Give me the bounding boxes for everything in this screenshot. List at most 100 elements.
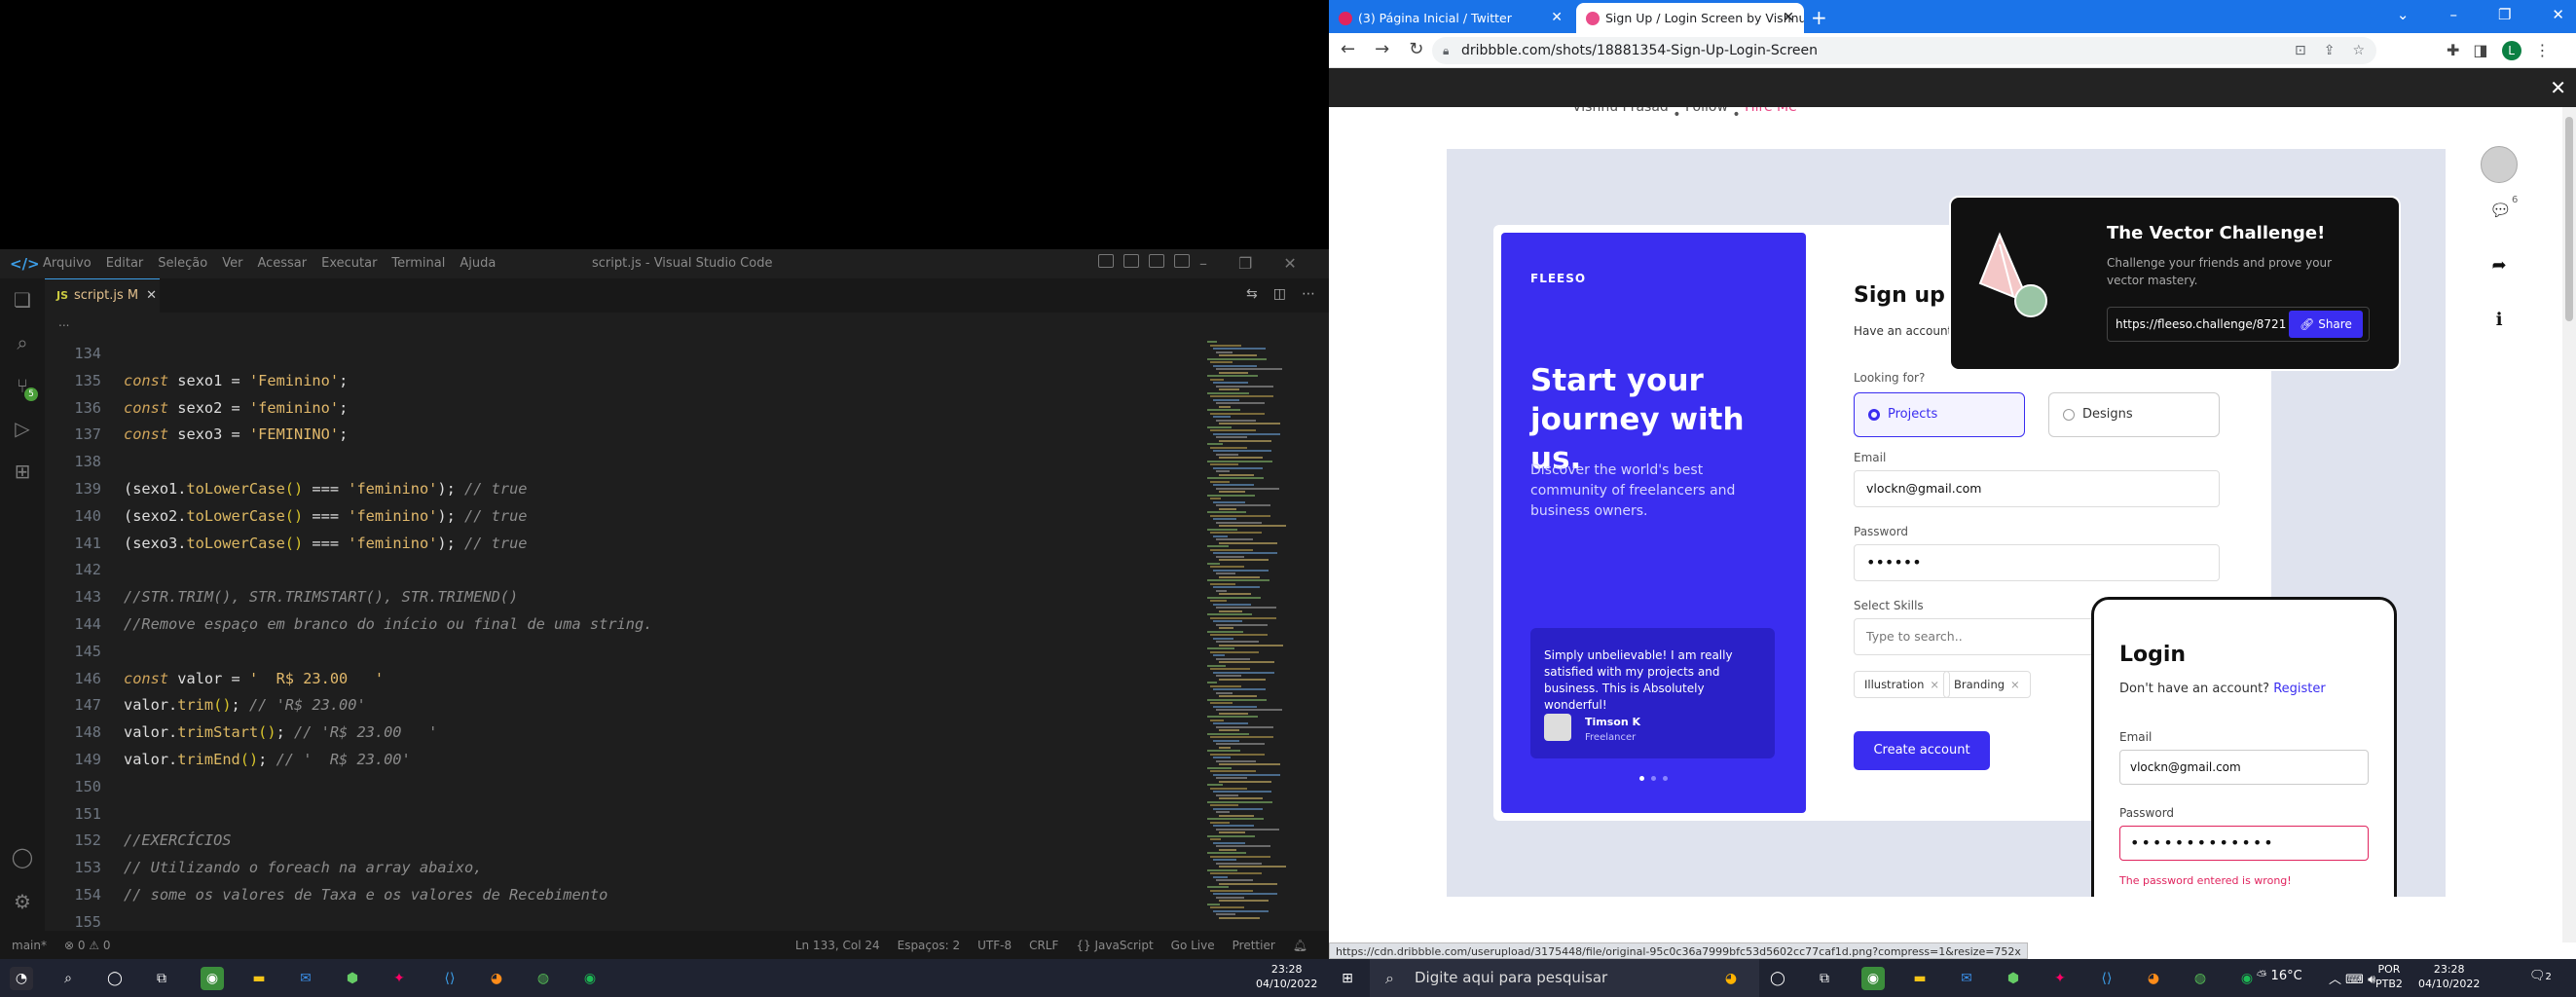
- taskbar-app-icon[interactable]: ◔: [10, 967, 33, 990]
- file-explorer-icon[interactable]: ▬: [247, 967, 271, 990]
- menu-selecao[interactable]: Seleção: [158, 256, 207, 271]
- tab-close-icon[interactable]: ✕: [146, 288, 157, 303]
- taskbar-search[interactable]: ⌕ Digite aqui para pesquisar: [1370, 959, 1759, 997]
- figma-icon[interactable]: ✦: [387, 967, 411, 990]
- toggle-secondary-sidebar-icon[interactable]: [1149, 254, 1164, 268]
- search-icon[interactable]: ⌕: [56, 967, 80, 990]
- author-name[interactable]: Vishnu Prasad: [1572, 107, 1669, 115]
- shot-image[interactable]: FLEESO Start your journey with us. Disco…: [1447, 149, 2446, 897]
- cortana-icon[interactable]: ◯: [103, 967, 127, 990]
- tab-twitter[interactable]: (3) Página Inicial / Twitter ✕: [1329, 3, 1572, 33]
- scrollbar-thumb[interactable]: [2565, 117, 2573, 321]
- git-branch-status[interactable]: main*: [12, 939, 47, 952]
- toggle-sidebar-icon[interactable]: [1098, 254, 1114, 268]
- system-clock[interactable]: 23:28 04/10/2022: [2418, 962, 2480, 991]
- comments-icon[interactable]: 💬︎: [2489, 201, 2512, 221]
- node-icon[interactable]: ⬢: [341, 967, 364, 990]
- input-language[interactable]: POR PTB2: [2375, 962, 2403, 991]
- code-editor[interactable]: 134 135 const sexo1 = 'Feminino'; 136 const …: [45, 337, 1203, 931]
- share-arrow-icon[interactable]: ➦: [2489, 255, 2509, 276]
- cursor-position-status[interactable]: Ln 133, Col 24: [795, 939, 880, 952]
- vscode-taskbar-icon[interactable]: ⟨⟩: [438, 967, 461, 990]
- compare-icon[interactable]: ⇆: [1246, 286, 1258, 302]
- menu-ajuda[interactable]: Ajuda: [460, 256, 496, 271]
- mail-icon[interactable]: ✉: [294, 967, 317, 990]
- menu-terminal[interactable]: Terminal: [391, 256, 445, 271]
- page-scrollbar[interactable]: [2562, 107, 2576, 942]
- whatsapp-icon[interactable]: ◍: [2189, 967, 2212, 990]
- chrome-taskbar-icon[interactable]: ◉: [1861, 967, 1885, 990]
- manage-gear-icon[interactable]: ⚙: [11, 890, 34, 913]
- tab-close-icon[interactable]: ✕: [1783, 3, 1794, 33]
- restore-icon[interactable]: ❐: [2498, 6, 2511, 23]
- minimize-icon[interactable]: –: [1199, 254, 1207, 273]
- close-shot-icon[interactable]: ✕: [2550, 76, 2566, 99]
- search-icon[interactable]: ⌕: [11, 331, 34, 354]
- toggle-panel-icon[interactable]: [1123, 254, 1139, 268]
- tab-script-js[interactable]: JS script.js M ✕: [45, 278, 160, 313]
- notifications-bell-icon[interactable]: 🔔︎: [1293, 939, 1307, 952]
- account-icon[interactable]: ◯: [11, 845, 34, 868]
- share-icon[interactable]: ⇪: [2324, 37, 2336, 64]
- spotify-icon[interactable]: ◉: [2235, 967, 2259, 990]
- tab-dribbble[interactable]: Sign Up / Login Screen by Vishnu ✕: [1576, 3, 1804, 33]
- tab-close-icon[interactable]: ✕: [1551, 3, 1563, 33]
- show-hidden-icons-icon[interactable]: ︿: [2329, 973, 2341, 987]
- eol-status[interactable]: CRLF: [1029, 939, 1058, 952]
- extensions-icon[interactable]: ⊞: [11, 460, 34, 483]
- menu-ver[interactable]: Ver: [222, 256, 242, 271]
- minimize-icon[interactable]: –: [2449, 6, 2457, 23]
- close-icon[interactable]: ✕: [2552, 6, 2564, 23]
- translate-icon[interactable]: ⊡: [2295, 37, 2306, 64]
- back-icon[interactable]: ←: [1341, 39, 1355, 59]
- file-explorer-icon[interactable]: ▬: [1908, 967, 1932, 990]
- more-actions-icon[interactable]: ⋯: [1302, 286, 1315, 302]
- network-icon[interactable]: ⌨: [2345, 973, 2364, 987]
- author-avatar[interactable]: [2481, 146, 2518, 183]
- tab-search-icon[interactable]: ⌄: [2397, 6, 2410, 23]
- menu-acessar[interactable]: Acessar: [257, 256, 307, 271]
- menu-arquivo[interactable]: Arquivo: [43, 256, 92, 271]
- run-debug-icon[interactable]: ▷: [11, 417, 34, 440]
- reload-icon[interactable]: ↻: [1409, 39, 1423, 59]
- cortana-icon[interactable]: ◯: [1766, 967, 1789, 990]
- explorer-icon[interactable]: ❏: [11, 288, 34, 312]
- bookmark-star-icon[interactable]: ☆: [2352, 37, 2365, 64]
- indentation-status[interactable]: Espaços: 2: [898, 939, 961, 952]
- mail-icon[interactable]: ✉: [1955, 967, 1978, 990]
- secondary-clock[interactable]: 23:28 04/10/2022: [1256, 962, 1317, 991]
- new-tab-icon[interactable]: +: [1811, 6, 1827, 29]
- menu-executar[interactable]: Executar: [321, 256, 377, 271]
- side-panel-icon[interactable]: ◨: [2473, 41, 2487, 60]
- maximize-icon[interactable]: ❐: [1238, 254, 1252, 273]
- whatsapp-icon[interactable]: ◍: [532, 967, 555, 990]
- prettier-status[interactable]: Prettier: [1233, 939, 1275, 952]
- windows-start-icon[interactable]: ⊞: [1336, 967, 1359, 990]
- extensions-puzzle-icon[interactable]: ✚: [2447, 41, 2459, 60]
- close-icon[interactable]: ✕: [1283, 254, 1296, 273]
- firefox-icon[interactable]: ◕: [485, 967, 508, 990]
- notification-center-icon[interactable]: 🗨︎2: [2529, 969, 2552, 983]
- address-bar[interactable]: 🔒︎ dribbble.com/shots/18881354-Sign-Up-L…: [1432, 37, 2376, 64]
- task-view-icon[interactable]: ⧉: [150, 967, 173, 990]
- customize-layout-icon[interactable]: [1174, 254, 1190, 268]
- task-view-icon[interactable]: ⧉: [1813, 967, 1836, 990]
- firefox-icon[interactable]: ◕: [2142, 967, 2165, 990]
- go-live-status[interactable]: Go Live: [1171, 939, 1215, 952]
- menu-editar[interactable]: Editar: [106, 256, 144, 271]
- hire-me-link[interactable]: Hire Me: [1745, 107, 1797, 115]
- lock-icon[interactable]: 🔒︎: [1443, 37, 1449, 64]
- problems-status[interactable]: ⊗ 0 ⚠ 0: [64, 939, 111, 952]
- language-status[interactable]: {} JavaScript: [1076, 939, 1153, 952]
- chrome-menu-icon[interactable]: ⋮: [2535, 41, 2551, 60]
- encoding-status[interactable]: UTF-8: [977, 939, 1012, 952]
- chrome-taskbar-icon[interactable]: ◉: [201, 967, 224, 990]
- spotify-icon[interactable]: ◉: [578, 967, 602, 990]
- forward-icon[interactable]: →: [1375, 39, 1389, 59]
- follow-link[interactable]: Follow: [1685, 107, 1728, 115]
- breadcrumb[interactable]: ...: [58, 315, 69, 329]
- info-icon[interactable]: ℹ: [2489, 310, 2509, 330]
- figma-icon[interactable]: ✦: [2048, 967, 2072, 990]
- vscode-taskbar-icon[interactable]: ⟨⟩: [2095, 967, 2118, 990]
- minimap[interactable]: [1203, 337, 1318, 931]
